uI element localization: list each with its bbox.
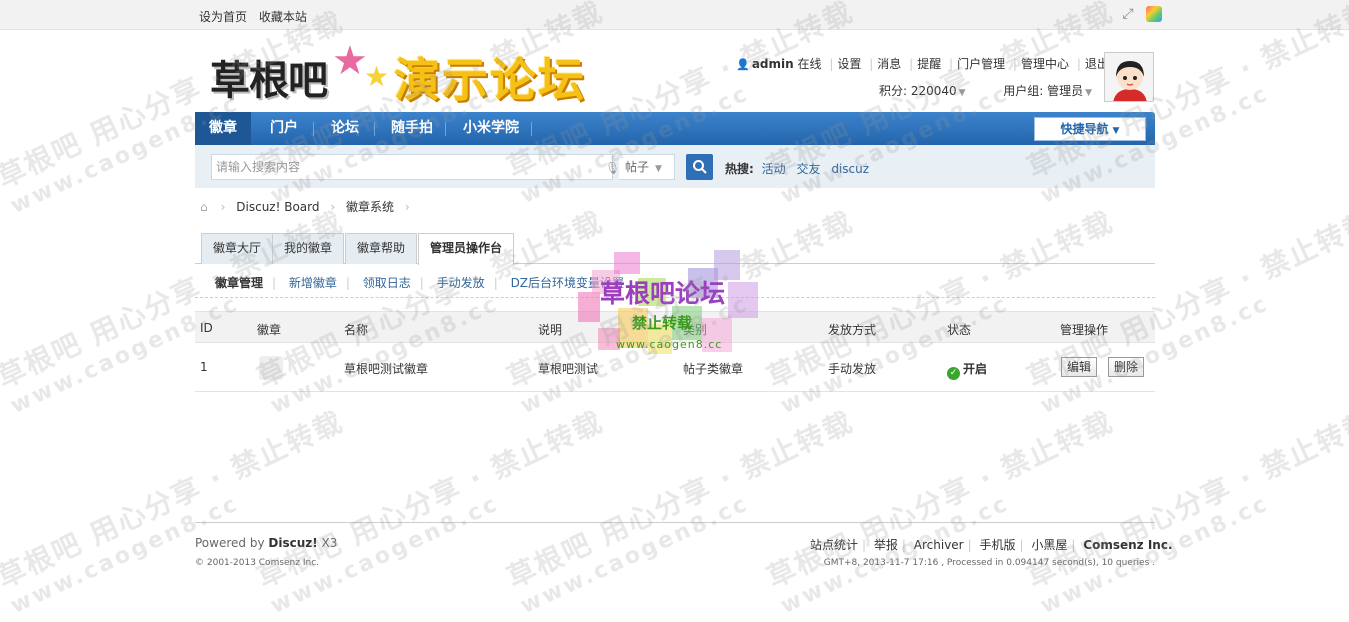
set-homepage-link[interactable]: 设为首页 xyxy=(199,10,247,24)
search-type-select[interactable]: 帖子 ▼ xyxy=(619,154,675,180)
tab-admin-console[interactable]: 管理员操作台 xyxy=(418,233,515,265)
user-menu: 👤 admin 在线 | 设置 | 消息 | 提醒 | 门户管理 | 管理中心 | 退出 xyxy=(736,57,1109,71)
tab-badge-help[interactable]: 徽章帮助 xyxy=(345,233,418,264)
chevron-right-icon: › xyxy=(330,200,336,214)
watermark-tile: 草根吧 用心分享 · 禁止转载 www.caogen8.cc xyxy=(502,404,859,619)
subnav-manual-grant[interactable]: 手动发放 xyxy=(437,276,485,290)
column-header: 发放方式 xyxy=(828,323,877,337)
footer-debug-info: GMT+8, 2013-11-7 17:16 , Processed in 0.… xyxy=(823,558,1155,568)
footer-powered: Powered by Discuz! X3 xyxy=(195,536,338,550)
nav-item-portal[interactable]: 门户 xyxy=(256,112,312,145)
footer-link-stats[interactable]: 站点统计 xyxy=(810,538,858,552)
portal-admin-link[interactable]: 门户管理 xyxy=(957,57,1005,71)
chevron-down-icon[interactable]: ▼ xyxy=(959,88,966,98)
user-info: 积分: 220040 ▼ 用户组: 管理员 ▼ xyxy=(879,82,1092,99)
chevron-down-icon: ▼ xyxy=(655,164,662,174)
delete-button[interactable]: 删除 xyxy=(1108,357,1145,377)
quick-nav-button[interactable]: 快捷导航 ▼ xyxy=(1034,117,1146,141)
microphone-icon[interactable]: 🎙 xyxy=(605,161,620,175)
watermark-tile: 草根吧 用心分享 · 禁止转载 www.caogen8.cc xyxy=(1022,404,1349,619)
hot-search-item[interactable]: 交友 xyxy=(796,162,820,176)
column-header: ID xyxy=(200,321,213,335)
admin-center-link[interactable]: 管理中心 xyxy=(1021,57,1069,71)
badge-name: 草根吧测试徽章 xyxy=(344,362,429,376)
watermark-tile: 草根吧 用心分享 · 禁止转载 www.caogen8.cc xyxy=(0,404,349,619)
search-button[interactable] xyxy=(686,154,713,180)
notifications-link[interactable]: 提醒 xyxy=(917,57,941,71)
hot-search-item[interactable]: discuz xyxy=(831,162,869,176)
watermark-title: 草根吧论坛 xyxy=(600,279,726,308)
star-icon: ★ xyxy=(364,60,390,93)
footer-link-blacklist[interactable]: 小黑屋 xyxy=(1031,538,1067,552)
tab-badge-hall[interactable]: 徽章大厅 xyxy=(201,233,274,264)
breadcrumb-badge-system-link[interactable]: 徽章系统 xyxy=(346,200,394,214)
watermark-logo: 草根吧论坛 禁止转载 www.caogen8.cc xyxy=(578,248,770,370)
expand-icon[interactable]: ⤢ xyxy=(1120,6,1136,22)
discuz-link[interactable]: Discuz! xyxy=(268,536,317,550)
subnav-add-badge[interactable]: 新增徽章 xyxy=(289,276,337,290)
search-bar: 请输入搜索内容 🎙 帖子 ▼ 热搜: 活动 交友 discuz xyxy=(195,145,1155,188)
subnav-claim-log[interactable]: 领取日志 xyxy=(363,276,411,290)
chevron-right-icon: › xyxy=(220,200,226,214)
sub-nav: 徽章管理 | 新增徽章 | 领取日志 | 手动发放 | DZ后台环境变量设置 xyxy=(215,276,625,290)
online-status[interactable]: 在线 xyxy=(798,57,822,71)
hot-search: 热搜: 活动 交友 discuz xyxy=(725,160,876,177)
credits-dropdown[interactable]: 积分: 220040 xyxy=(879,84,957,98)
badge-id: 1 xyxy=(200,360,208,374)
avatar[interactable] xyxy=(1104,52,1154,102)
messages-link[interactable]: 消息 xyxy=(877,57,901,71)
column-header: 徽章 xyxy=(257,323,282,337)
home-icon[interactable]: ⌂ xyxy=(200,200,208,214)
edit-button[interactable]: 编辑 xyxy=(1061,357,1098,377)
site-logo[interactable]: 草根吧 ★ ★ 演示论坛 xyxy=(204,38,699,107)
hot-search-item[interactable]: 活动 xyxy=(762,162,786,176)
search-icon xyxy=(693,160,707,174)
hot-search-label: 热搜: xyxy=(725,162,754,176)
watermark-url: www.caogen8.cc xyxy=(616,338,723,351)
status-badge: ✓ 开启 xyxy=(947,360,987,380)
check-icon: ✓ xyxy=(947,367,960,380)
footer-link-mobile[interactable]: 手机版 xyxy=(980,538,1016,552)
bookmark-site-link[interactable]: 收藏本站 xyxy=(259,10,307,24)
nav-item-badges[interactable]: 徽章 xyxy=(195,112,251,145)
watermark-tile: 草根吧 用心分享 · 禁止转载 www.caogen8.cc xyxy=(762,404,1119,619)
breadcrumb-board-link[interactable]: Discuz! Board xyxy=(236,200,319,214)
column-header: 状态 xyxy=(947,323,972,337)
top-toolbar: 设为首页 收藏本站 ⤢ xyxy=(0,0,1349,30)
nav-item-xiaomi-academy[interactable]: 小米学院 xyxy=(451,112,531,145)
logo-text-secondary: 演示论坛 xyxy=(394,53,586,107)
column-header: 名称 xyxy=(344,323,369,337)
watermark-tile: 草根吧 用心分享 · 禁止转载 www.caogen8.cc xyxy=(252,404,609,619)
badge-grant-method: 手动发放 xyxy=(828,362,877,376)
column-header: 管理操作 xyxy=(1060,323,1109,337)
user-icon: 👤 xyxy=(736,58,750,71)
chevron-down-icon[interactable]: ▼ xyxy=(1085,88,1092,98)
user-group-link[interactable]: 用户组: 管理员 xyxy=(1003,84,1083,98)
footer-link-report[interactable]: 举报 xyxy=(874,538,898,552)
settings-link[interactable]: 设置 xyxy=(837,57,861,71)
username-link[interactable]: admin xyxy=(752,57,794,71)
nav-item-forum[interactable]: 论坛 xyxy=(317,112,373,145)
subnav-badge-management[interactable]: 徽章管理 xyxy=(215,276,263,290)
badge-thumbnail xyxy=(259,356,283,380)
footer-links: 站点统计 | 举报 | Archiver | 手机版 | 小黑屋 | Comsenz In… xyxy=(810,538,1173,552)
watermark-subtitle: 禁止转载 xyxy=(632,314,693,332)
top-toolbar-right: ⤢ xyxy=(1114,6,1162,22)
footer-company-link[interactable]: Comsenz Inc. xyxy=(1083,538,1172,552)
footer-link-archiver[interactable]: Archiver xyxy=(914,538,964,552)
footer-divider xyxy=(195,522,1155,523)
star-icon: ★ xyxy=(332,38,368,84)
theme-color-icon[interactable] xyxy=(1145,6,1162,22)
search-input[interactable]: 请输入搜索内容 xyxy=(211,154,613,180)
breadcrumb: ⌂ › Discuz! Board › 徽章系统 › xyxy=(200,198,417,215)
logo-text-primary: 草根吧 xyxy=(210,58,328,104)
top-toolbar-left: 设为首页 收藏本站 xyxy=(199,8,315,25)
nav-item-snapshot[interactable]: 随手拍 xyxy=(378,112,446,145)
chevron-right-icon: › xyxy=(404,200,410,214)
footer-copyright: © 2001-2013 Comsenz Inc. xyxy=(195,558,320,568)
tab-my-badges[interactable]: 我的徽章 xyxy=(272,233,345,264)
chevron-down-icon: ▼ xyxy=(1112,126,1120,136)
column-header: 说明 xyxy=(538,323,563,337)
main-nav: 徽章 门户 论坛 随手拍 小米学院 快捷导航 ▼ xyxy=(195,112,1155,145)
